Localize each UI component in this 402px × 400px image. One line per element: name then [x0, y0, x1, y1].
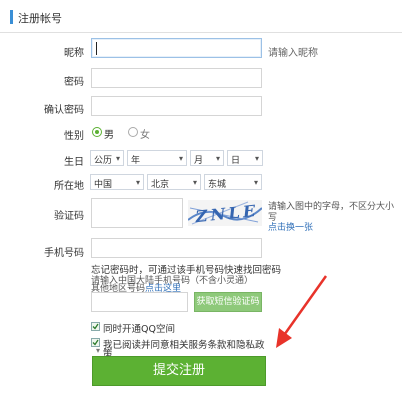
annotation-arrow-icon: [276, 275, 328, 348]
